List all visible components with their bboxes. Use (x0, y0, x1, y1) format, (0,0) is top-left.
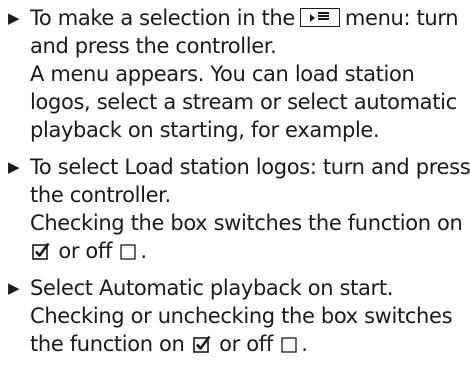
menu-lines-icon (317, 12, 329, 23)
bullet-arrow-icon (8, 274, 30, 302)
instruction-line: playback on starting, for example. (30, 118, 380, 142)
instruction-line: To select Load station logos: turn and p… (30, 155, 470, 179)
instruction-step-3-body: Select Automatic playback on start. Chec… (30, 274, 464, 358)
checkbox-unchecked-icon (120, 244, 137, 260)
play-triangle-icon (309, 14, 315, 22)
instruction-text: . (140, 239, 147, 263)
instruction-line: To make a selection in the menu: turn (30, 4, 464, 32)
instruction-step-3: Select Automatic playback on start. Chec… (8, 274, 464, 358)
instruction-text: or off (219, 332, 273, 356)
instruction-text: the function on (30, 332, 185, 356)
media-menu-icon (299, 8, 340, 27)
checkbox-checked-icon (32, 242, 50, 260)
bullet-arrow-icon (8, 153, 30, 181)
instruction-step-2-body: To select Load station logos: turn and p… (30, 153, 470, 265)
instruction-text: or off (58, 239, 113, 263)
instruction-line: Select Automatic playback on start. (30, 276, 394, 300)
instruction-text: menu: turn (344, 6, 459, 30)
instruction-line: the controller. (30, 183, 171, 207)
instruction-line: Checking the box switches the function o… (30, 211, 463, 235)
instruction-step-1: To make a selection in the menu: turn and… (8, 4, 464, 144)
instruction-step-1-body: To make a selection in the menu: turn and… (30, 4, 464, 144)
instruction-line: logos, select a stream or select automat… (30, 90, 457, 114)
checkbox-checked-icon (193, 335, 211, 353)
instruction-line: the function on or off . (30, 330, 464, 358)
instruction-text: To make a selection in the (30, 6, 295, 30)
bullet-arrow-icon (8, 4, 30, 32)
instruction-text: . (301, 332, 308, 356)
checkbox-unchecked-icon (281, 337, 297, 353)
instruction-line: and press the controller. (30, 34, 277, 58)
instruction-page: To make a selection in the menu: turn and… (0, 0, 470, 369)
instruction-line: Checking or unchecking the box switches (30, 304, 453, 328)
instruction-line: or off . (30, 237, 470, 265)
instruction-line: A menu appears. You can load station (30, 62, 415, 86)
instruction-step-2: To select Load station logos: turn and p… (8, 153, 470, 265)
